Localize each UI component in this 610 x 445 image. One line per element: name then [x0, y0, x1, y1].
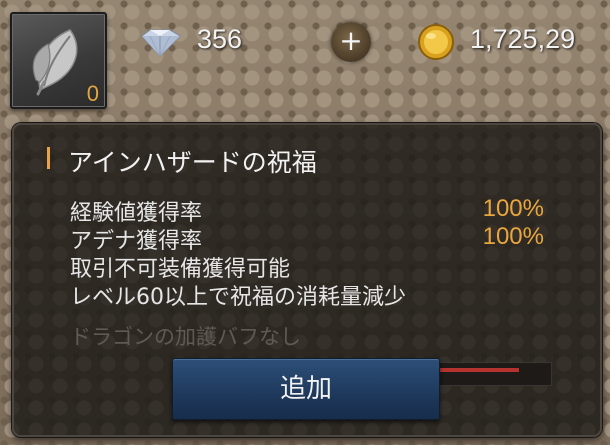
item-count: 0	[86, 81, 99, 106]
add-currency-button[interactable]: +	[331, 22, 371, 62]
add-button[interactable]: 追加	[172, 358, 440, 420]
tooltip-title: アインハザードの祝福	[68, 148, 317, 177]
side-gauge	[436, 362, 552, 386]
dragon-buff-note: ドラゴンの加護バフなし	[70, 325, 301, 349]
title-accent-bar	[47, 147, 50, 169]
diamond-icon	[141, 29, 181, 57]
plus-icon: +	[339, 24, 363, 57]
effect-value: 100%	[482, 223, 544, 250]
diamond-count: 356	[197, 24, 243, 54]
effect-consumption-reduction: レベル60以上で祝福の消耗量減少	[70, 279, 406, 311]
gold-count: 1,725,29	[470, 24, 576, 54]
leaf-icon	[32, 29, 78, 96]
side-gauge-fill	[439, 368, 519, 372]
gold-coin-icon	[418, 24, 454, 60]
effect-value: 100%	[482, 195, 544, 222]
effect-label: レベル60以上で祝福の消耗量減少	[70, 285, 406, 310]
blessing-item-slot[interactable]: 0	[10, 12, 107, 109]
top-hud: 0 356 + 1,725,29	[0, 0, 610, 115]
